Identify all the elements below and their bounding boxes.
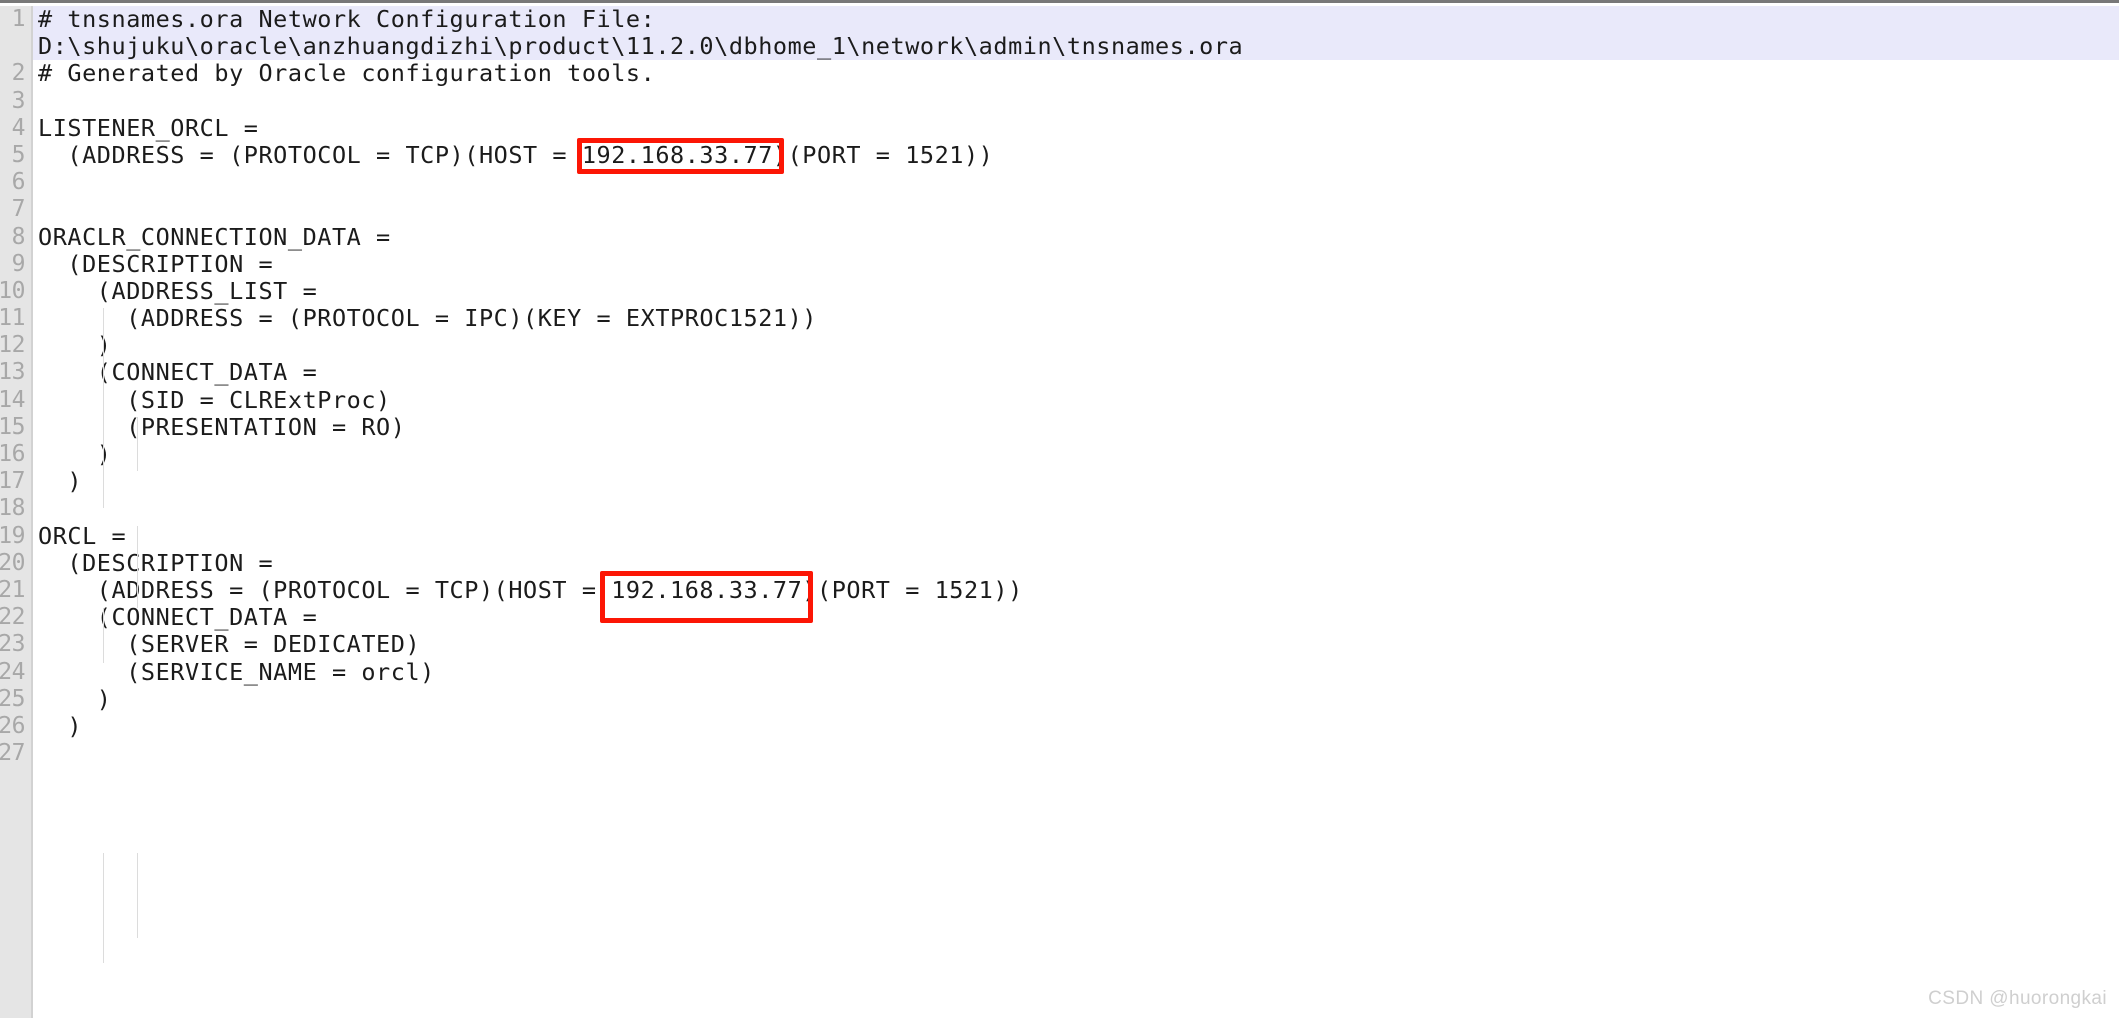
line-number: 25 <box>0 685 25 712</box>
line-number: 5 <box>11 141 26 168</box>
line-number: 14 <box>0 386 25 413</box>
code-line[interactable]: ) <box>33 712 2119 740</box>
line-number: 10 <box>0 277 25 304</box>
line-number: 27 <box>0 740 25 767</box>
line-number: 1 <box>11 6 26 32</box>
code-line[interactable]: ORCL = <box>33 522 2119 550</box>
code-line[interactable]: (SID = CLRExtProc) <box>33 386 2119 414</box>
code-editor-pane: 1 2 3 4 5 6 7 8 9 10 11 12 13 14 15 16 17 18 19 20 21 22 23 24 2… <box>0 0 2119 1018</box>
indent-guide-1 <box>103 308 104 508</box>
code-line[interactable]: (DESCRIPTION = <box>33 549 2119 577</box>
line-number-wrap-continuation <box>0 33 25 60</box>
code-line[interactable]: (SERVICE_NAME = orcl) <box>33 658 2119 686</box>
line-number: 24 <box>0 658 25 685</box>
line-number: 11 <box>0 305 25 332</box>
line-number: 21 <box>0 576 25 603</box>
code-line[interactable] <box>33 88 2119 115</box>
line-number: 20 <box>0 549 25 576</box>
indent-guide-6 <box>137 853 138 938</box>
code-line[interactable]: ) <box>33 440 2119 468</box>
line-number: 23 <box>0 631 25 658</box>
code-line[interactable]: # tnsnames.ora Network Configuration Fil… <box>33 6 2119 34</box>
code-line[interactable]: ORACLR_CONNECTION_DATA = <box>33 223 2119 251</box>
code-line[interactable]: ) <box>33 332 2119 359</box>
indent-guide-4 <box>103 608 104 663</box>
line-number: 19 <box>0 522 25 549</box>
code-line[interactable]: (DESCRIPTION = <box>33 250 2119 278</box>
line-number-list: 1 2 3 4 5 6 7 8 9 10 11 12 13 14 15 16 17 18 19 20 21 22 23 24 2… <box>0 6 25 767</box>
line-number: 13 <box>0 359 25 386</box>
code-line[interactable]: (ADDRESS_LIST = <box>33 277 2119 305</box>
code-line[interactable] <box>33 196 2119 223</box>
code-content-area[interactable]: # tnsnames.ora Network Configuration Fil… <box>33 6 2119 1018</box>
line-number: 12 <box>0 332 25 359</box>
code-line[interactable]: (ADDRESS = (PROTOCOL = TCP)(HOST = 192.1… <box>33 141 2119 169</box>
line-number: 9 <box>11 250 26 277</box>
code-line[interactable]: (CONNECT_DATA = <box>33 359 2119 386</box>
line-number: 2 <box>11 60 26 87</box>
line-number: 6 <box>11 169 26 196</box>
line-number: 15 <box>0 413 25 440</box>
code-line[interactable] <box>33 495 2119 522</box>
csdn-watermark: CSDN @huorongkai <box>1928 988 2107 1009</box>
annotation-box-listener-ip <box>577 138 784 174</box>
code-line[interactable] <box>33 169 2119 196</box>
code-line[interactable]: ) <box>33 467 2119 495</box>
line-number: 3 <box>11 87 26 114</box>
indent-guide-3 <box>137 526 138 608</box>
indent-guide-2 <box>137 417 138 471</box>
gutter-separator <box>31 6 33 1018</box>
indent-guide-5 <box>103 853 104 963</box>
line-number: 8 <box>11 223 26 250</box>
code-line[interactable]: LISTENER_ORCL = <box>33 114 2119 142</box>
code-line[interactable]: ) <box>33 685 2119 713</box>
line-number: 7 <box>11 196 26 223</box>
line-number: 16 <box>0 441 25 467</box>
line-number: 18 <box>0 495 25 522</box>
annotation-box-orcl-ip <box>600 571 813 623</box>
line-number: 26 <box>0 712 25 739</box>
code-line[interactable]: # Generated by Oracle configuration tool… <box>33 60 2119 87</box>
code-line-list: # tnsnames.ora Network Configuration Fil… <box>33 6 2119 740</box>
line-number: 22 <box>0 604 25 631</box>
line-number: 17 <box>0 468 25 495</box>
line-number-gutter[interactable]: 1 2 3 4 5 6 7 8 9 10 11 12 13 14 15 16 17 18 19 20 21 22 23 24 2… <box>0 6 31 1018</box>
code-line[interactable]: D:\shujuku\oracle\anzhuangdizhi\product\… <box>33 32 2119 61</box>
code-line[interactable]: (ADDRESS = (PROTOCOL = IPC)(KEY = EXTPRO… <box>33 304 2119 332</box>
code-line[interactable]: (PRESENTATION = RO) <box>33 413 2119 441</box>
code-line[interactable]: (SERVER = DEDICATED) <box>33 631 2119 658</box>
code-line[interactable]: (ADDRESS = (PROTOCOL = TCP)(HOST = 192.1… <box>33 576 2119 604</box>
line-number: 4 <box>11 114 26 141</box>
code-line[interactable]: (CONNECT_DATA = <box>33 603 2119 631</box>
